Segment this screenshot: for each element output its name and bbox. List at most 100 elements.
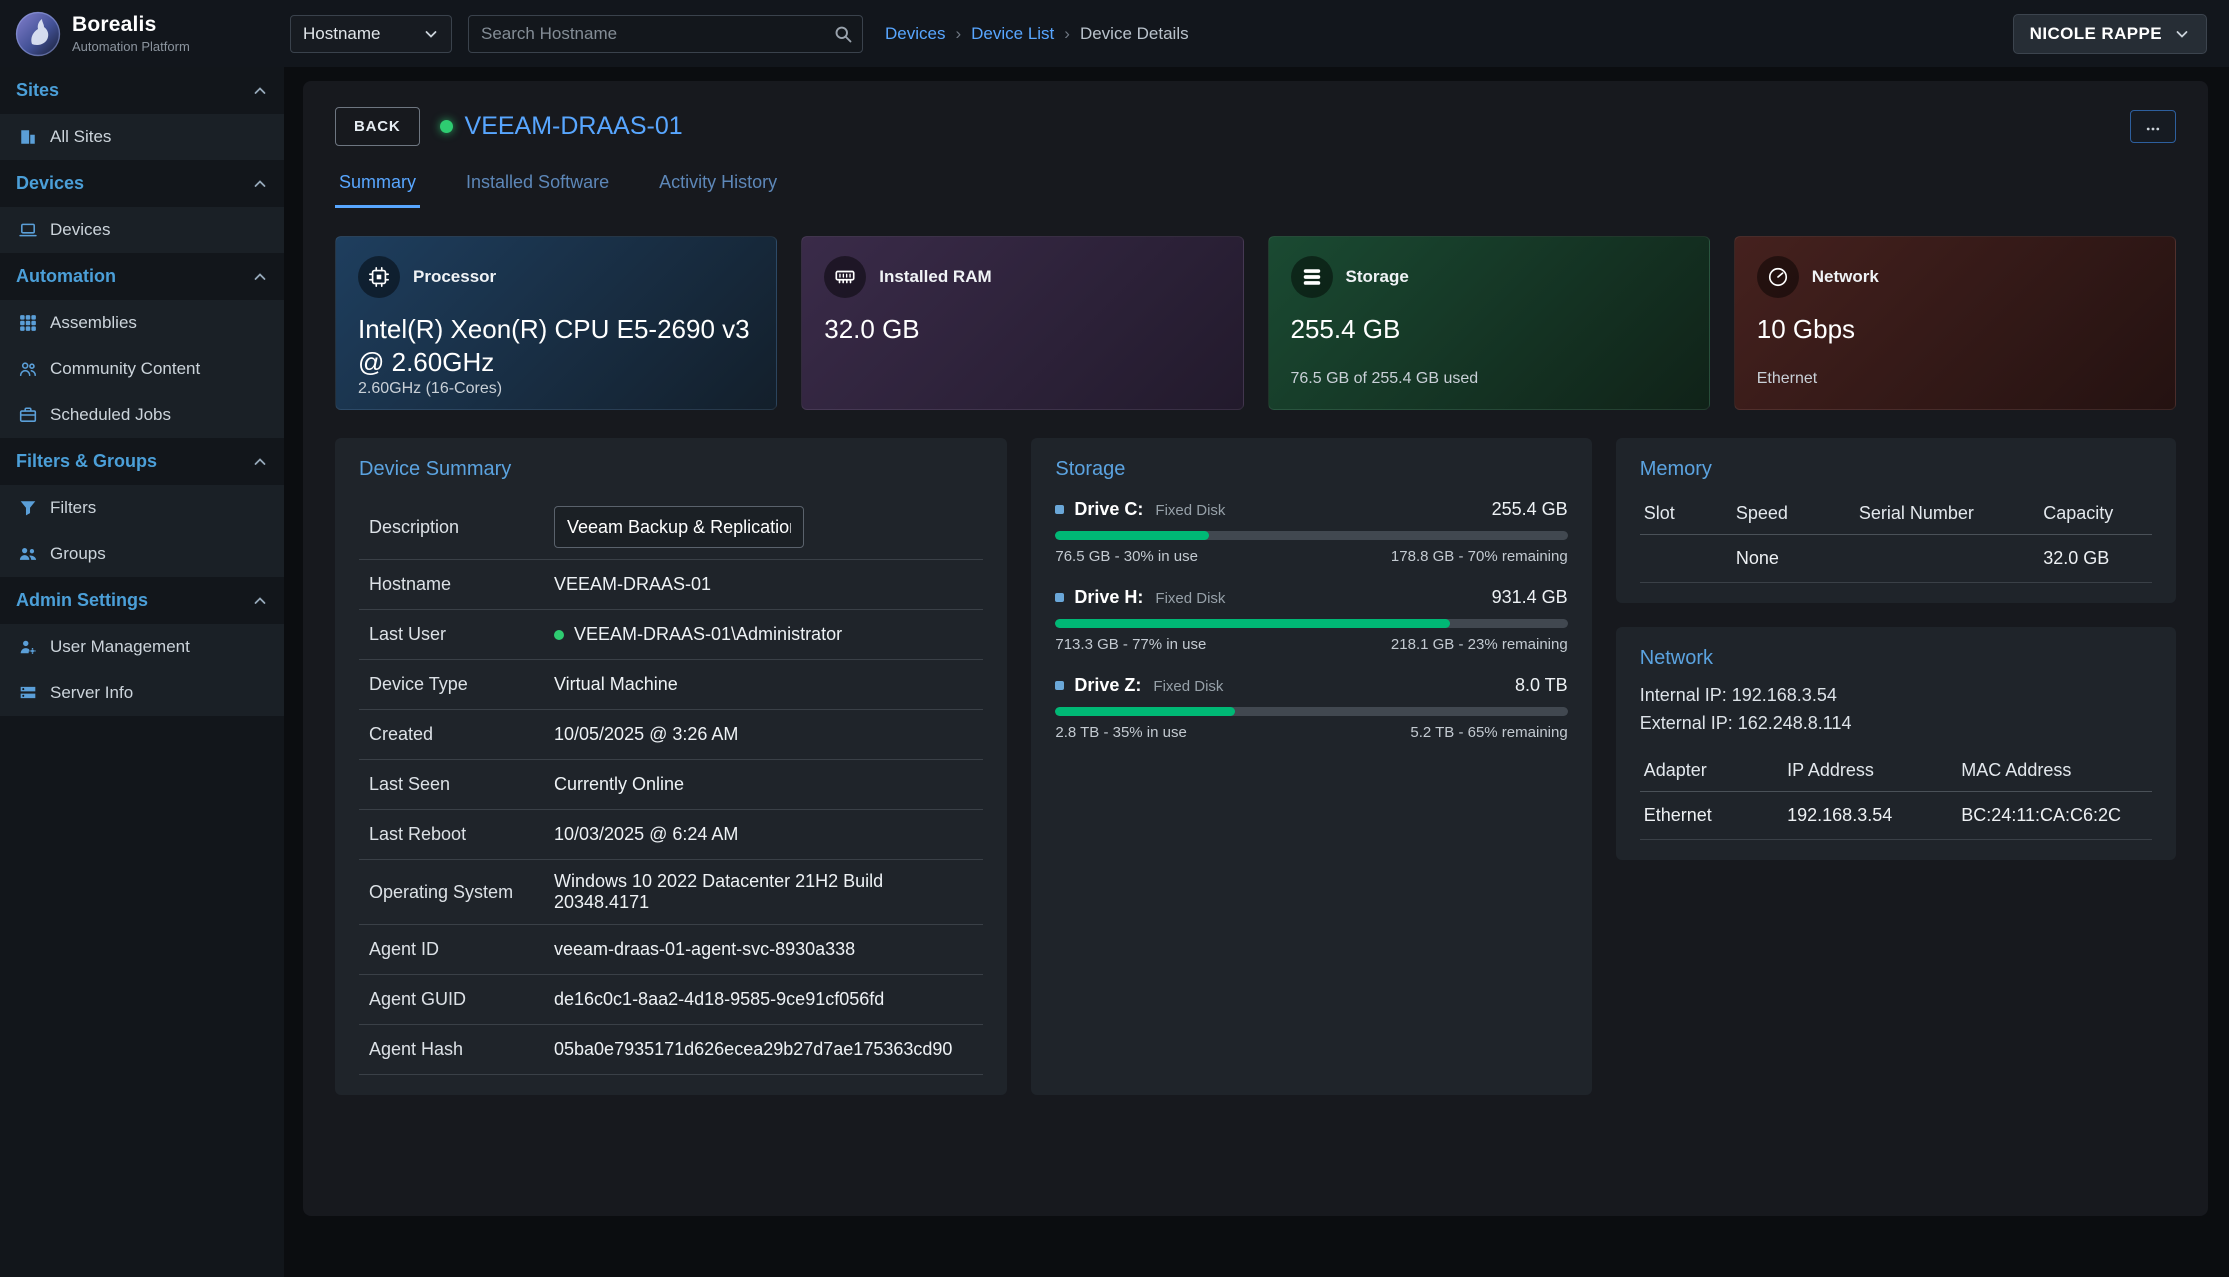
sidebar-section-label: Automation: [16, 266, 116, 287]
breadcrumb-item-devices[interactable]: Devices: [885, 24, 945, 44]
kv-value: 10/03/2025 @ 6:24 AM: [554, 824, 738, 845]
sidebar-item-label: Scheduled Jobs: [50, 405, 171, 425]
kv-value-cell: VEEAM-DRAAS-01: [554, 574, 973, 595]
sidebar-section-header-automation[interactable]: Automation: [0, 253, 284, 300]
detail-grid: Device Summary Description Hostname VEEA…: [335, 438, 2176, 1095]
table-cell: [1855, 535, 2039, 583]
kv-value: Currently Online: [554, 774, 684, 795]
search-input[interactable]: [468, 15, 863, 53]
chevron-up-icon: [252, 454, 268, 470]
device-summary-title: Device Summary: [359, 458, 983, 481]
sidebar-item-groups[interactable]: Groups: [0, 531, 284, 577]
kv-value-cell: VEEAM-DRAAS-01\Administrator: [554, 624, 973, 645]
summary-row-agent-id: Agent ID veeam-draas-01-agent-svc-8930a3…: [359, 925, 983, 975]
borealis-rabbit-logo[interactable]: [14, 10, 62, 58]
brand: Borealis Automation Platform: [0, 10, 284, 58]
table-row: Ethernet192.168.3.54BC:24:11:CA:C6:2C: [1640, 791, 2152, 839]
stat-card-title: Installed RAM: [879, 267, 991, 287]
kv-label: Description: [369, 517, 554, 538]
sidebar-item-label: Filters: [50, 498, 96, 518]
sidebar-item-community-content[interactable]: Community Content: [0, 346, 284, 392]
column-header-adapter: Adapter: [1640, 750, 1783, 792]
drive-type: Fixed Disk: [1155, 590, 1225, 607]
tab-summary[interactable]: Summary: [335, 160, 420, 208]
sidebar-item-label: User Management: [50, 637, 190, 657]
sidebar-item-all-sites[interactable]: All Sites: [0, 114, 284, 160]
sidebar-section-sites: Sites All Sites: [0, 67, 284, 160]
drive-usage-bar: [1055, 707, 1567, 716]
table-cell: BC:24:11:CA:C6:2C: [1957, 791, 2152, 839]
kv-label: Created: [369, 724, 554, 745]
stat-card-network: Network 10 Gbps Ethernet: [1734, 236, 2176, 410]
breadcrumb-item-device-list[interactable]: Device List: [971, 24, 1054, 44]
sidebar-nav: Sites All Sites Devices Devices Automati…: [0, 67, 284, 716]
stat-card-subtext: 76.5 GB of 255.4 GB used: [1291, 370, 1687, 390]
stat-card-head: Processor: [358, 256, 754, 298]
kv-label: Hostname: [369, 574, 554, 595]
sidebar-section-filters-groups: Filters & Groups Filters Groups: [0, 438, 284, 577]
stat-cards: Processor Intel(R) Xeon(R) CPU E5-2690 v…: [335, 236, 2176, 410]
ellipsis-icon: [2145, 119, 2161, 135]
breadcrumb-item-device-details: Device Details: [1080, 24, 1189, 44]
storage-card: Storage Drive C: Fixed Disk 255.4 GB 76.…: [1031, 438, 1591, 1095]
sidebar-section-header-filters-groups[interactable]: Filters & Groups: [0, 438, 284, 485]
column-header-capacity: Capacity: [2039, 493, 2152, 535]
tabs: Summary Installed Software Activity Histor…: [335, 160, 2176, 208]
sidebar-section-header-devices[interactable]: Devices: [0, 160, 284, 207]
user-menu-button[interactable]: NICOLE RAPPE: [2013, 14, 2207, 54]
stat-card-storage: Storage 255.4 GB 76.5 GB of 255.4 GB use…: [1268, 236, 1710, 410]
sidebar-section-admin-settings: Admin Settings User Management Server In…: [0, 577, 284, 716]
drive-used: 713.3 GB - 77% in use: [1055, 636, 1206, 653]
drive-name: Drive C:: [1074, 499, 1143, 520]
stat-card-title: Network: [1812, 267, 1879, 287]
sidebar-section-label: Admin Settings: [16, 590, 148, 611]
tab-installed-software[interactable]: Installed Software: [462, 160, 613, 208]
drive-foot: 2.8 TB - 35% in use 5.2 TB - 65% remaini…: [1055, 724, 1567, 741]
sidebar-item-user-management[interactable]: User Management: [0, 624, 284, 670]
sidebar-item-scheduled-jobs[interactable]: Scheduled Jobs: [0, 392, 284, 438]
kv-label: Last User: [369, 624, 554, 645]
kv-value: 05ba0e7935171d626ecea29b27d7ae175363cd90: [554, 1039, 952, 1060]
sidebar-item-server-info[interactable]: Server Info: [0, 670, 284, 716]
network-icon: [1757, 256, 1799, 298]
drive-type: Fixed Disk: [1153, 678, 1223, 695]
stat-card-value: 255.4 GB: [1291, 313, 1687, 346]
drive-remaining: 5.2 TB - 65% remaining: [1410, 724, 1567, 741]
search-box: [468, 15, 863, 53]
sidebar-item-label: Devices: [50, 220, 110, 240]
kv-label: Operating System: [369, 882, 554, 903]
description-input[interactable]: [554, 506, 804, 548]
column-header-mac-address: MAC Address: [1957, 750, 2152, 792]
back-button[interactable]: BACK: [335, 107, 420, 146]
drive-used: 76.5 GB - 30% in use: [1055, 548, 1198, 565]
table-row: None32.0 GB: [1640, 535, 2152, 583]
table-cell: None: [1732, 535, 1855, 583]
tab-activity-history[interactable]: Activity History: [655, 160, 781, 208]
sidebar-section-header-sites[interactable]: Sites: [0, 67, 284, 114]
column-header-ip-address: IP Address: [1783, 750, 1957, 792]
drive-head: Drive Z: Fixed Disk 8.0 TB: [1055, 675, 1567, 696]
sidebar-item-filters[interactable]: Filters: [0, 485, 284, 531]
hostname-filter-select[interactable]: Hostname: [290, 15, 452, 53]
sidebar-item-assemblies[interactable]: Assemblies: [0, 300, 284, 346]
sidebar-section-header-admin-settings[interactable]: Admin Settings: [0, 577, 284, 624]
chevron-up-icon: [252, 269, 268, 285]
drive-drive-c: Drive C: Fixed Disk 255.4 GB 76.5 GB - 3…: [1055, 499, 1567, 565]
all-sites-icon: [19, 128, 37, 146]
kv-label: Last Seen: [369, 774, 554, 795]
kv-value: Windows 10 2022 Datacenter 21H2 Build 20…: [554, 871, 973, 913]
summary-row-agent-hash: Agent Hash 05ba0e7935171d626ecea29b27d7a…: [359, 1025, 983, 1075]
drive-bullet-icon: [1055, 593, 1064, 602]
right-column: Memory SlotSpeedSerial NumberCapacityNon…: [1616, 438, 2176, 1095]
search-icon[interactable]: [833, 24, 853, 44]
stat-card-processor: Processor Intel(R) Xeon(R) CPU E5-2690 v…: [335, 236, 777, 410]
sidebar-item-devices[interactable]: Devices: [0, 207, 284, 253]
column-header-slot: Slot: [1640, 493, 1732, 535]
sidebar-item-label: All Sites: [50, 127, 111, 147]
stat-card-title: Storage: [1346, 267, 1409, 287]
kv-label: Agent GUID: [369, 989, 554, 1010]
summary-row-last-user: Last User VEEAM-DRAAS-01\Administrator: [359, 610, 983, 660]
brand-text: Borealis Automation Platform: [72, 13, 190, 54]
kv-label: Device Type: [369, 674, 554, 695]
ellipsis-menu-button[interactable]: [2130, 110, 2176, 143]
